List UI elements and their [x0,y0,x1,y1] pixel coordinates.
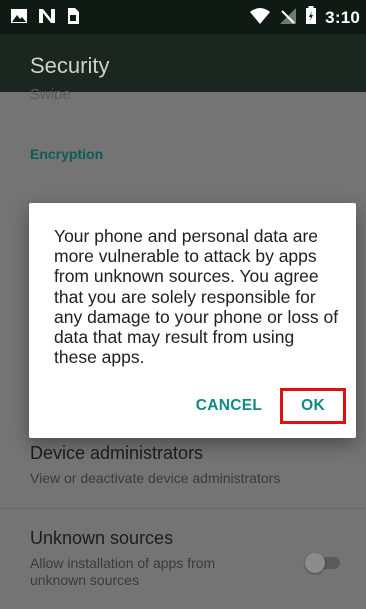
toggle-thumb [305,553,325,573]
wifi-icon [249,7,271,30]
settings-item-summary: Allow installation of apps from unknown … [30,555,216,588]
sim-card-icon [66,7,80,30]
n-notification-icon [38,8,56,29]
app-bar: Security [0,34,366,92]
settings-item-partial[interactable]: Swipe [30,86,71,100]
divider [0,508,366,509]
status-bar: 3:10 [0,0,366,34]
dialog-actions: CANCEL OK [186,388,346,424]
unknown-sources-toggle[interactable] [305,553,343,573]
battery-icon [305,6,317,30]
no-signal-icon [279,7,297,30]
settings-item-summary: View or deactivate device administrators [30,470,281,486]
settings-item-title: Unknown sources [30,528,174,548]
section-header-encryption: Encryption [30,146,104,162]
settings-item-title: Device administrators [30,443,204,463]
cancel-button[interactable]: CANCEL [186,388,272,424]
page-title: Security [30,53,110,78]
dialog-message: Your phone and personal data are more vu… [54,226,339,368]
status-time: 3:10 [325,8,360,27]
image-icon [10,8,28,29]
ok-button[interactable]: OK [280,388,346,424]
unknown-sources-warning-dialog: Your phone and personal data are more vu… [29,203,356,438]
